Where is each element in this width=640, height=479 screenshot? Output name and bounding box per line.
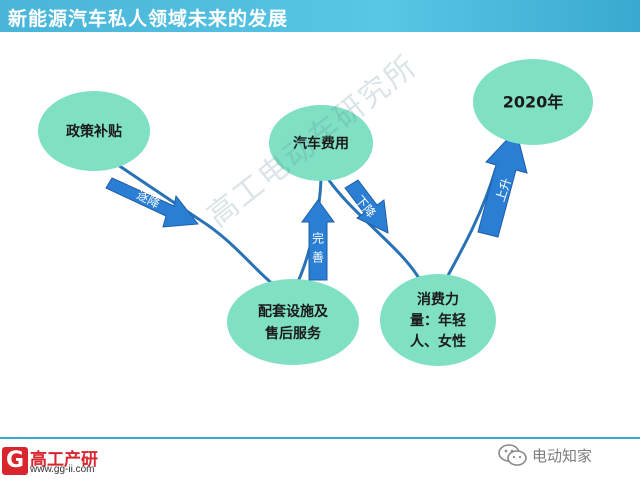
arrow-improve-label-2: 善 [312,250,324,265]
logo-url: www.gg-ii.com [30,464,95,475]
footer-divider [0,437,640,439]
wechat-icon [498,444,527,466]
gg-logo: G 高工产研 www.gg-ii.com [0,445,112,477]
node-facilities-label-2: 售后服务 [264,325,322,342]
flow-diagram: 逐降 完 善 下降 上升 政策补贴 配套设施及 售后服务 汽车费用 消费力 量：… [38,59,593,366]
node-consumer-label-2: 量：年轻 [410,312,466,329]
node-consumer-label-3: 人、女性 [410,333,466,350]
node-year-label: 2020年 [503,93,564,112]
node-facilities: 配套设施及 售后服务 [227,279,359,365]
node-subsidy: 政策补贴 [38,91,150,171]
node-facilities-label-1: 配套设施及 [258,303,329,320]
node-year: 2020年 [473,59,593,145]
node-subsidy-label: 政策补贴 [66,123,122,140]
node-consumer: 消费力 量：年轻 人、女性 [380,274,496,366]
arrow-improve-label-1: 完 [312,231,324,246]
logo-letter: G [2,447,28,475]
arrow-improve: 完 善 [301,199,335,281]
node-consumer-label-1: 消费力 [417,291,459,308]
connector-line [117,163,498,294]
arrow-rise: 上升 [477,128,528,238]
brand-name: 电动知家 [532,447,593,465]
arrow-decrease: 逐降 [105,177,199,228]
